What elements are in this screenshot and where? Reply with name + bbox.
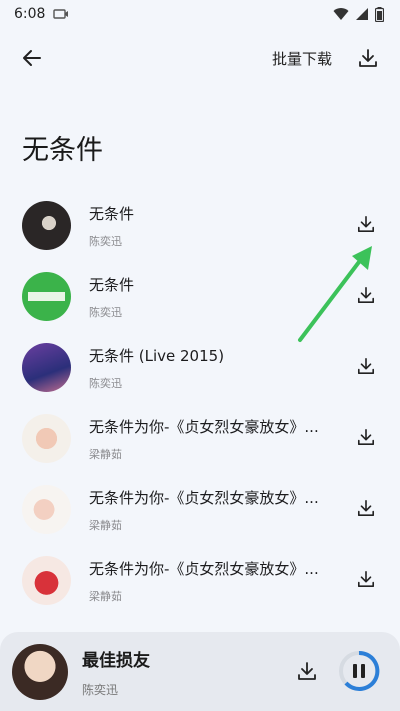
song-row[interactable]: 无条件为你-《贞女烈女豪放女》... 梁静茹 <box>0 545 400 616</box>
mini-player[interactable]: 最佳损友 陈奕迅 <box>0 632 400 711</box>
download-button[interactable] <box>354 354 378 378</box>
player-artist: 陈奕迅 <box>82 682 119 697</box>
status-time: 6:08 <box>14 6 46 22</box>
player-cover <box>12 643 68 700</box>
song-row[interactable]: 无条件为你-《贞女烈女豪放女》... 梁静茹 <box>0 474 400 545</box>
player-download-button[interactable] <box>294 658 320 684</box>
album-cover <box>22 556 71 605</box>
song-artist: 陈奕迅 <box>89 376 122 390</box>
song-artist: 梁静茹 <box>89 447 122 461</box>
batch-download-button[interactable]: 批量下载 <box>272 48 332 69</box>
album-cover <box>22 272 71 321</box>
song-title: 无条件 <box>89 204 135 223</box>
download-all-button[interactable] <box>354 44 382 72</box>
song-row[interactable]: 无条件为你-《贞女烈女豪放女》... 梁静茹 <box>0 403 400 474</box>
download-button[interactable] <box>354 425 378 449</box>
album-cover <box>22 201 71 250</box>
song-artist: 梁静茹 <box>89 589 122 603</box>
download-icon <box>357 357 375 375</box>
download-button[interactable] <box>354 496 378 520</box>
signal-icon <box>356 8 368 20</box>
battery-icon <box>375 6 384 22</box>
back-button[interactable] <box>18 44 46 72</box>
song-title: 无条件为你-《贞女烈女豪放女》... <box>89 417 319 436</box>
download-icon <box>298 662 316 680</box>
download-icon <box>357 499 375 517</box>
notification-icon <box>53 9 69 19</box>
song-title: 无条件为你-《贞女烈女豪放女》... <box>89 488 319 507</box>
top-bar: 批量下载 <box>0 36 400 80</box>
pause-button[interactable] <box>338 650 380 692</box>
status-bar: 6:08 <box>0 0 400 28</box>
pause-icon <box>353 664 357 678</box>
download-icon <box>357 215 375 233</box>
annotation-arrow-icon <box>298 246 372 342</box>
download-icon <box>359 49 377 67</box>
download-icon <box>357 570 375 588</box>
song-artist: 梁静茹 <box>89 518 122 532</box>
download-button[interactable] <box>354 567 378 591</box>
album-cover <box>22 343 71 392</box>
album-cover <box>22 485 71 534</box>
player-title: 最佳损友 <box>82 650 150 671</box>
song-title: 无条件为你-《贞女烈女豪放女》... <box>89 559 319 578</box>
wifi-icon <box>333 8 349 20</box>
back-arrow-icon <box>23 50 41 66</box>
page-title: 无条件 <box>22 135 103 166</box>
album-cover <box>22 414 71 463</box>
download-icon <box>357 428 375 446</box>
download-button[interactable] <box>354 212 378 236</box>
